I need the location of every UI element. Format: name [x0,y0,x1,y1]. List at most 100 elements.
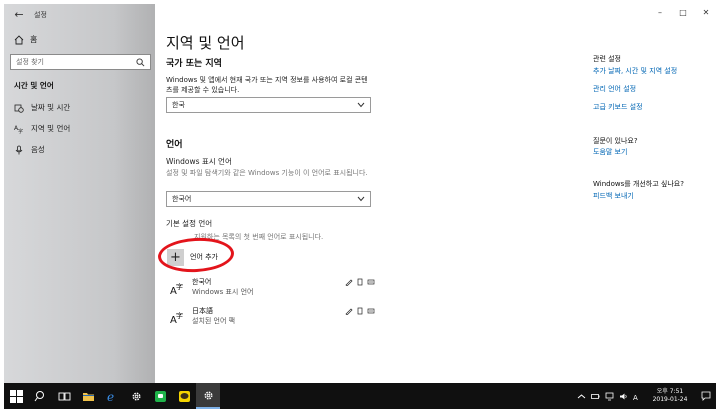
line-app-icon [154,390,166,402]
taskbar: e A 오후 7:51 2019-01-24 [4,383,716,409]
back-arrow-icon[interactable]: ← [10,6,28,24]
network-icon [605,392,613,400]
display-language-select[interactable]: 한국어 [166,191,371,207]
related-link-keyboard[interactable]: 고급 키보드 설정 [593,102,643,112]
taskbar-search[interactable] [28,383,52,409]
app-title: 설정 [34,11,47,19]
chevron-up-icon [577,393,585,398]
sidebar: ← 설정 홈 시간 및 언어 날짜 및 시간 A字 지역 및 언어 음성 [4,4,155,383]
chat-app-icon [178,390,190,402]
search-input[interactable] [16,58,126,66]
tray-overflow-button[interactable] [574,383,588,409]
search-icon [34,390,44,401]
language-sub: 설치된 언어 팩 [192,317,236,325]
country-select[interactable]: 한국 [166,97,371,113]
chevron-down-icon [357,102,365,108]
tray-volume[interactable] [616,383,630,409]
language-item-japanese[interactable]: A字 日本語 설치된 언어 팩 [170,306,375,330]
clock-time: 오후 7:51 [656,388,684,395]
task-view-button[interactable] [52,383,76,409]
gear-icon [203,390,213,400]
taskbar-line-app[interactable] [148,383,172,409]
folder-icon [82,392,94,401]
related-link-datetime[interactable]: 추가 날짜, 시간 및 지역 설정 [593,66,677,76]
speech-icon [357,307,363,315]
question-heading: 질문이 있나요? [593,137,638,145]
notification-icon [701,391,711,401]
tray-network[interactable] [602,383,616,409]
ime-icon: A [633,394,638,401]
improve-heading: Windows를 개선하고 싶나요? [593,180,684,188]
svg-text:A: A [633,394,638,401]
task-view-icon [58,392,70,400]
search-box[interactable] [10,54,151,70]
sidebar-item-date-time[interactable]: 날짜 및 시간 [14,102,70,113]
taskbar-settings-gear[interactable] [124,383,148,409]
start-button[interactable] [4,383,28,409]
speech-icon [357,278,363,286]
add-language-button[interactable]: + 언어 추가 [164,241,230,273]
action-center-button[interactable] [696,383,716,409]
tray-battery[interactable] [588,383,602,409]
display-language-label: Windows 표시 언어 [166,157,232,166]
sidebar-item-speech[interactable]: 음성 [14,144,45,155]
plus-icon: + [167,248,184,266]
gear-icon [131,391,141,401]
language-name: 日本語 [192,307,213,315]
feedback-link[interactable]: 피드백 보내기 [593,191,634,201]
text-to-speech-icon [367,279,375,285]
text-to-speech-icon [367,308,375,314]
svg-text:字: 字 [176,311,183,320]
taskbar-edge[interactable]: e [100,383,124,409]
battery-icon [590,393,599,399]
language-glyph-icon: A字 [170,282,183,296]
volume-icon [619,393,627,399]
sidebar-item-label: 지역 및 언어 [31,124,71,133]
language-glyph-icon: A字 [170,311,183,325]
preferred-language-label: 기본 설정 언어 [166,219,213,228]
language-name: 한국어 [192,278,212,286]
minimize-button[interactable]: – [654,8,666,17]
help-link[interactable]: 도움말 보기 [593,147,627,157]
chevron-down-icon [357,196,365,202]
handwriting-icon [345,308,353,315]
title-bar: ← 설정 [4,4,47,26]
country-description: Windows 및 앱에서 현재 국가 또는 지역 정보를 사용하여 로컬 콘텐… [166,76,368,94]
taskbar-clock[interactable]: 오후 7:51 2019-01-24 [644,388,696,404]
handwriting-icon [345,279,353,286]
taskbar-kakaotalk[interactable] [172,383,196,409]
svg-text:字: 字 [18,128,23,134]
nav-home-label: 홈 [30,35,38,44]
related-settings-heading: 관련 설정 [593,55,621,63]
related-link-admin-language[interactable]: 관리 언어 설정 [593,84,636,94]
tray-ime[interactable]: A [630,383,644,409]
settings-window: ← 설정 홈 시간 및 언어 날짜 및 시간 A字 지역 및 언어 음성 – □… [4,4,716,383]
taskbar-file-explorer[interactable] [76,383,100,409]
sidebar-item-label: 날짜 및 시간 [31,103,71,112]
page-title: 지역 및 언어 [166,34,245,52]
search-icon[interactable] [136,57,145,67]
language-heading: 언어 [166,140,183,150]
nav-home[interactable]: 홈 [14,34,37,45]
edge-icon: e [107,390,114,403]
country-select-value: 한국 [172,101,185,109]
language-features [345,307,375,315]
system-tray: A 오후 7:51 2019-01-24 [574,383,716,409]
maximize-button[interactable]: □ [677,8,689,17]
svg-text:字: 字 [176,282,183,291]
windows-logo-icon [9,389,23,403]
svg-text:e: e [107,390,114,403]
home-icon [14,34,24,44]
sidebar-item-label: 음성 [31,145,45,154]
language-features [345,278,375,286]
display-language-value: 한국어 [172,195,192,203]
close-button[interactable]: ✕ [700,8,712,17]
add-language-label: 언어 추가 [190,253,218,261]
sidebar-item-region-language[interactable]: A字 지역 및 언어 [14,123,70,134]
taskbar-settings-active[interactable] [196,383,220,409]
display-language-description: 설정 및 파일 탐색기와 같은 Windows 기능이 이 언어로 표시됩니다. [166,169,368,177]
language-sub: Windows 표시 언어 [192,288,254,296]
language-item-korean[interactable]: A字 한국어 Windows 표시 언어 [170,277,375,301]
sidebar-section-title: 시간 및 언어 [14,81,54,90]
region-language-icon: A字 [14,125,23,134]
